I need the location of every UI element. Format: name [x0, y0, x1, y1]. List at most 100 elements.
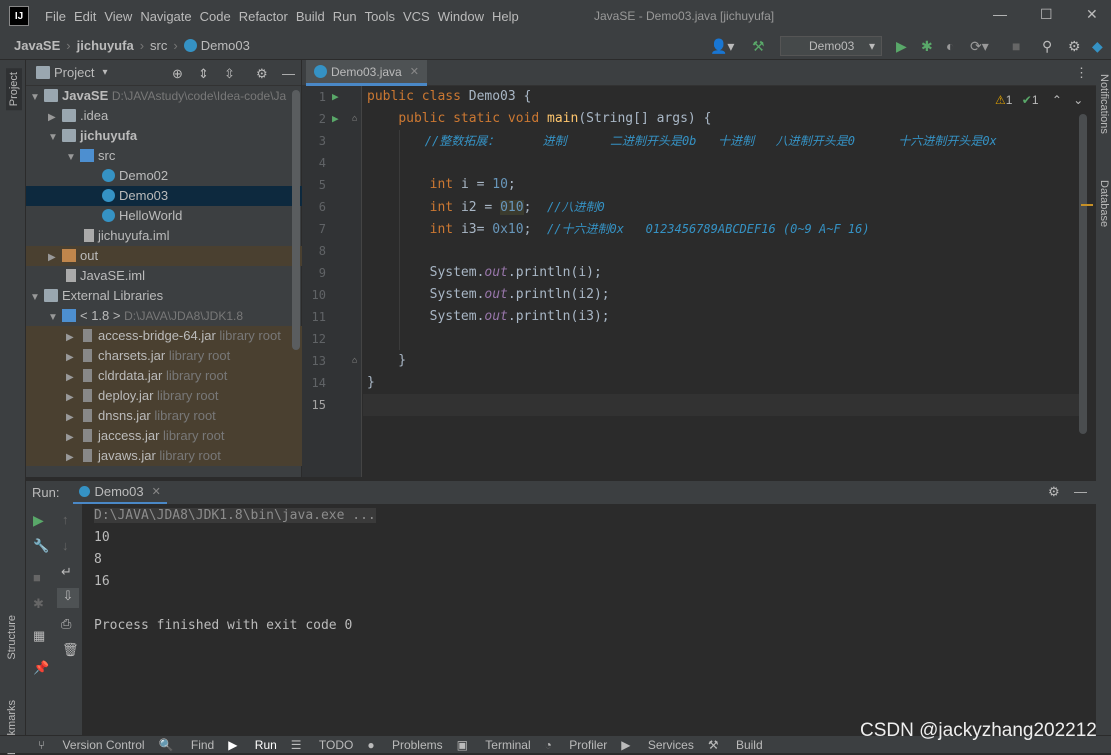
tree-item-out[interactable]: ▶ out [26, 246, 302, 266]
run-config-select[interactable]: Demo03 ▾ [780, 36, 882, 56]
console-output[interactable]: D:\JAVA\JDA8\JDK1.8\bin\java.exe ... 10 … [82, 504, 1096, 735]
menu-window[interactable]: Window [434, 9, 488, 24]
tool-tab-services[interactable]: ▶ Services [621, 738, 694, 752]
tree-item-src[interactable]: ▼ src [26, 146, 302, 166]
hide-icon[interactable]: — [1074, 484, 1087, 499]
search-icon[interactable]: ⚲ [1042, 38, 1052, 55]
tree-item-javase[interactable]: ▼ JavaSE D:\JAVAstudy\code\Idea-code\Ja [26, 86, 302, 106]
build-hammer-icon[interactable]: ⚒ [752, 38, 765, 55]
up-arrow-icon[interactable]: ↑ [62, 512, 69, 527]
project-tool-tab[interactable]: Project [6, 68, 22, 111]
breadcrumb-src[interactable]: src [150, 38, 167, 53]
inspection-widget[interactable]: ⚠1 ✔1 ⌃ ⌄ [995, 93, 1083, 107]
gear-icon[interactable]: ⚙ [1048, 484, 1060, 500]
stop-icon[interactable]: ■ [1012, 38, 1020, 54]
code-editor[interactable]: public class Demo03 { public static void… [363, 86, 1093, 477]
menu-edit[interactable]: Edit [70, 9, 100, 24]
run-gutter-icon[interactable]: ▶ [332, 90, 339, 103]
down-arrow-icon[interactable]: ↓ [62, 538, 69, 553]
tree-item-jichuyufa[interactable]: ▼ jichuyufa [26, 126, 302, 146]
profile-icon[interactable]: ⟳▾ [970, 38, 989, 55]
menu-refactor[interactable]: Refactor [235, 9, 292, 24]
layout-icon[interactable]: ▦ [33, 628, 45, 644]
tree-item-jar[interactable]: ▶ deploy.jar library root [26, 386, 302, 406]
tool-tab-build[interactable]: ⚒ Build [708, 738, 763, 752]
fold-icon[interactable]: ⌂ [352, 114, 357, 124]
jetbrains-icon[interactable]: ◆ [1092, 38, 1103, 55]
database-tool-tab[interactable]: Database [1098, 180, 1110, 227]
rerun-icon[interactable]: ▶ [33, 512, 44, 529]
tree-item-javase-iml[interactable]: JavaSE.iml [26, 266, 302, 286]
tree-item-jar[interactable]: ▶ javaws.jar library root [26, 446, 302, 466]
chevron-down-icon[interactable]: ▾ [102, 67, 107, 78]
fold-icon[interactable]: ⌂ [352, 356, 357, 366]
run-icon[interactable]: ▶ [896, 38, 907, 55]
menu-build[interactable]: Build [292, 9, 329, 24]
pin-icon[interactable]: 📌 [33, 660, 49, 676]
tree-item-helloworld[interactable]: HelloWorld [26, 206, 302, 226]
tool-tab-find[interactable]: 🔍 Find [159, 738, 215, 752]
tool-tab-profiler[interactable]: ◔ Profiler [545, 738, 608, 752]
tool-tab-todo[interactable]: ☰ TODO [291, 738, 354, 752]
run-gutter-icon[interactable]: ▶ [332, 112, 339, 125]
run-tab-demo03[interactable]: Demo03 ✕ [73, 481, 167, 505]
locate-icon[interactable]: ⊕ [172, 66, 183, 82]
editor-scrollbar[interactable] [1079, 114, 1087, 434]
wrench-icon[interactable]: 🔧 [33, 538, 49, 554]
more-tabs-icon[interactable]: ⋮ [1075, 65, 1088, 81]
tree-item-jar[interactable]: ▶ charsets.jar library root [26, 346, 302, 366]
project-panel-title[interactable]: Project [54, 65, 94, 80]
menu-code[interactable]: Code [196, 9, 235, 24]
settings-icon[interactable]: ⚙ [1068, 38, 1081, 55]
structure-tool-tab[interactable]: Structure [6, 615, 18, 660]
close-tab-icon[interactable]: ✕ [410, 65, 419, 78]
tree-item-demo03[interactable]: Demo03 [26, 186, 302, 206]
breadcrumb-module[interactable]: jichuyufa [77, 38, 134, 53]
menu-file[interactable]: File [41, 9, 70, 24]
project-scrollbar[interactable] [292, 90, 300, 350]
debug-icon[interactable]: ✱ [921, 38, 933, 55]
tree-item-jar[interactable]: ▶ cldrdata.jar library root [26, 366, 302, 386]
trash-icon[interactable]: 🗑 [62, 642, 79, 658]
tree-item-jar[interactable]: ▶ access-bridge-64.jar library root [26, 326, 302, 346]
tool-tab-run[interactable]: ▶ Run [228, 738, 277, 752]
hide-icon[interactable]: — [282, 66, 295, 81]
soft-wrap-icon[interactable]: ↵ [61, 564, 72, 580]
tree-item-external-libraries[interactable]: ▼ External Libraries [26, 286, 302, 306]
tool-tab-problems[interactable]: ● Problems [367, 738, 442, 752]
chevron-up-icon[interactable]: ⌃ [1052, 93, 1062, 107]
minimize-icon[interactable]: — [993, 6, 1007, 22]
print-icon[interactable]: ⎙ [61, 616, 71, 632]
menu-tools[interactable]: Tools [361, 9, 399, 24]
menu-view[interactable]: View [100, 9, 136, 24]
notifications-tool-tab[interactable]: Notifications [1098, 74, 1110, 134]
console-line: 16 [94, 574, 110, 589]
stop-icon[interactable]: ■ [33, 570, 41, 585]
scroll-to-end-icon[interactable]: ⇩ [57, 588, 79, 608]
menu-navigate[interactable]: Navigate [136, 9, 195, 24]
tree-item-jichuyufa-iml[interactable]: jichuyufa.iml [26, 226, 302, 246]
tab-demo03-java[interactable]: Demo03.java ✕ [306, 60, 427, 86]
menu-help[interactable]: Help [488, 9, 523, 24]
close-icon[interactable]: ✕ [1086, 6, 1098, 23]
tree-item-demo02[interactable]: Demo02 [26, 166, 302, 186]
breadcrumb-file[interactable]: Demo03 [201, 38, 250, 53]
expand-all-icon[interactable]: ⇕ [198, 66, 209, 82]
collapse-all-icon[interactable]: ⇳ [224, 66, 235, 82]
menu-run[interactable]: Run [329, 9, 361, 24]
chevron-down-icon[interactable]: ⌄ [1073, 93, 1083, 107]
user-icon[interactable]: 👤▾ [710, 38, 734, 55]
tree-item-jdk[interactable]: ▼ < 1.8 > D:\JAVA\JDA8\JDK1.8 [26, 306, 302, 326]
tool-tab-terminal[interactable]: ▣ Terminal [457, 738, 531, 752]
tree-item-jar[interactable]: ▶ jaccess.jar library root [26, 426, 302, 446]
gear-icon[interactable]: ⚙ [256, 66, 268, 82]
tree-item-idea[interactable]: ▶ .idea [26, 106, 302, 126]
coverage-icon[interactable]: ◐ [946, 38, 954, 54]
maximize-icon[interactable]: ☐ [1040, 6, 1053, 23]
menu-vcs[interactable]: VCS [399, 9, 434, 24]
debug-icon[interactable]: ✱ [33, 596, 44, 612]
close-tab-icon[interactable]: ✕ [152, 485, 161, 498]
tree-item-jar[interactable]: ▶ dnsns.jar library root [26, 406, 302, 426]
tool-tab-version-control[interactable]: ⑂ Version Control [38, 738, 145, 752]
breadcrumb-project[interactable]: JavaSE [14, 38, 60, 53]
